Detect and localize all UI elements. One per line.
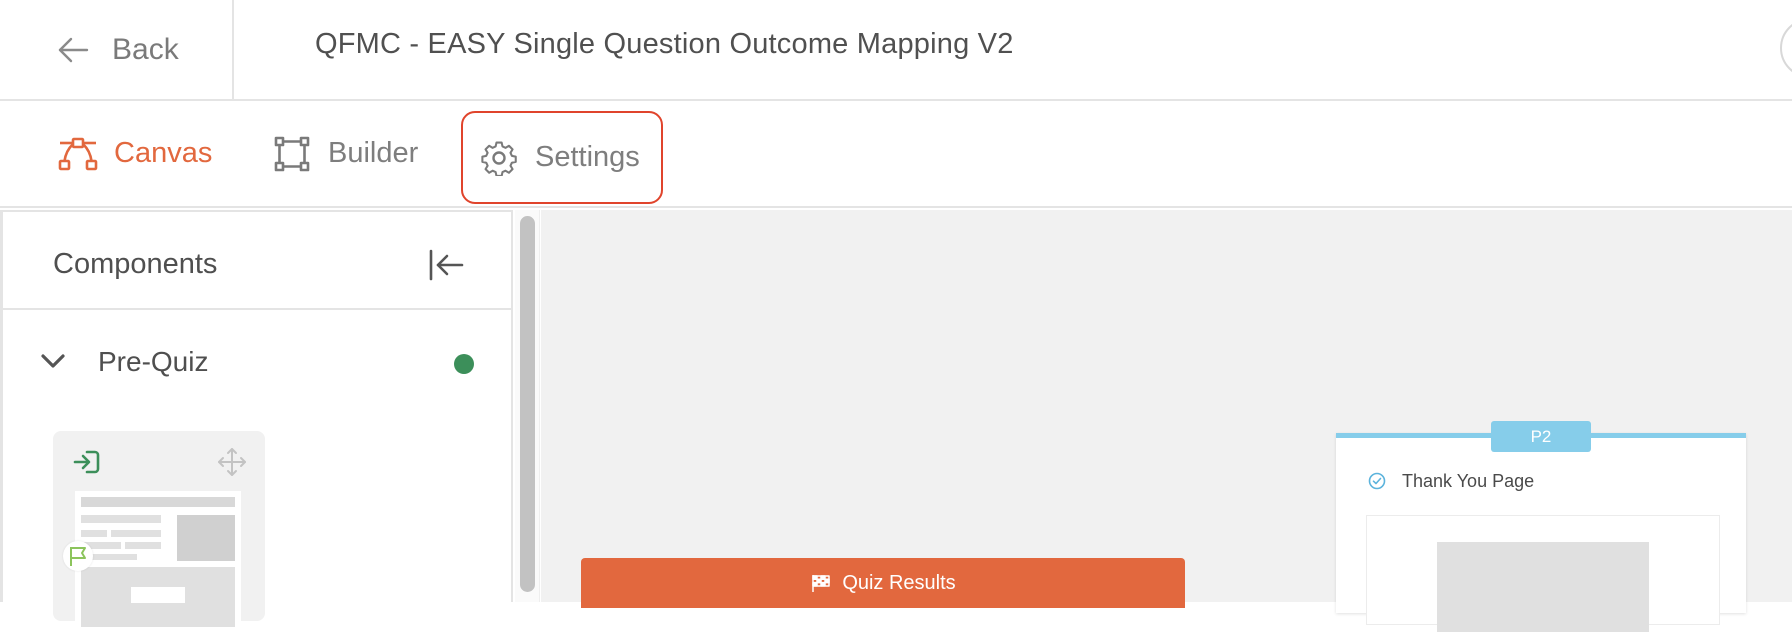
tab-settings-label: Settings xyxy=(535,141,640,173)
tab-builder-label: Builder xyxy=(328,137,419,169)
tab-bar: Canvas Builder Settings xyxy=(0,101,1792,208)
collapse-sidebar-icon[interactable] xyxy=(427,248,465,282)
section-label: Pre-Quiz xyxy=(98,346,209,377)
page-card-image-placeholder xyxy=(1437,542,1649,632)
page-title: QFMC - EASY Single Question Outcome Mapp… xyxy=(315,28,1014,60)
avatar[interactable] xyxy=(1780,18,1792,78)
page-number-badge: P2 xyxy=(1491,421,1591,452)
tab-canvas[interactable]: Canvas xyxy=(58,101,212,206)
top-bar: Back QFMC - EASY Single Question Outcome… xyxy=(0,0,1792,101)
tab-settings[interactable]: Settings xyxy=(461,111,663,204)
quiz-results-node[interactable]: Quiz Results xyxy=(581,558,1185,608)
move-icon[interactable] xyxy=(217,447,247,477)
component-preview-thumbnail xyxy=(75,491,241,631)
tab-canvas-label: Canvas xyxy=(114,137,213,169)
tab-builder[interactable]: Builder xyxy=(272,101,418,206)
back-label: Back xyxy=(112,32,179,66)
checkered-flag-icon xyxy=(812,575,831,592)
bezier-curve-icon xyxy=(58,137,98,170)
components-sidebar: Components Pre-Quiz xyxy=(0,210,513,631)
back-button[interactable]: Back xyxy=(0,0,234,99)
sign-in-icon xyxy=(73,450,100,474)
flag-icon xyxy=(70,547,86,566)
component-card-start-page[interactable] xyxy=(53,431,265,631)
page-card-label: Thank You Page xyxy=(1402,471,1535,491)
page-card-thank-you[interactable]: Thank You Page xyxy=(1336,433,1746,632)
arrow-left-icon xyxy=(58,37,89,62)
sidebar-title: Components xyxy=(53,248,218,280)
start-flag-badge xyxy=(63,541,93,571)
status-dot xyxy=(454,354,474,374)
vector-square-icon xyxy=(274,136,310,171)
section-pre-quiz[interactable]: Pre-Quiz xyxy=(3,310,513,416)
quiz-results-label: Quiz Results xyxy=(842,571,956,594)
check-circle-icon xyxy=(1368,472,1386,490)
gear-icon xyxy=(481,141,517,176)
sidebar-header: Components xyxy=(3,212,513,310)
page-card-thumbnail xyxy=(1366,515,1720,632)
chevron-down-icon[interactable] xyxy=(39,350,67,372)
sidebar-scrollbar-thumb[interactable] xyxy=(520,216,535,592)
